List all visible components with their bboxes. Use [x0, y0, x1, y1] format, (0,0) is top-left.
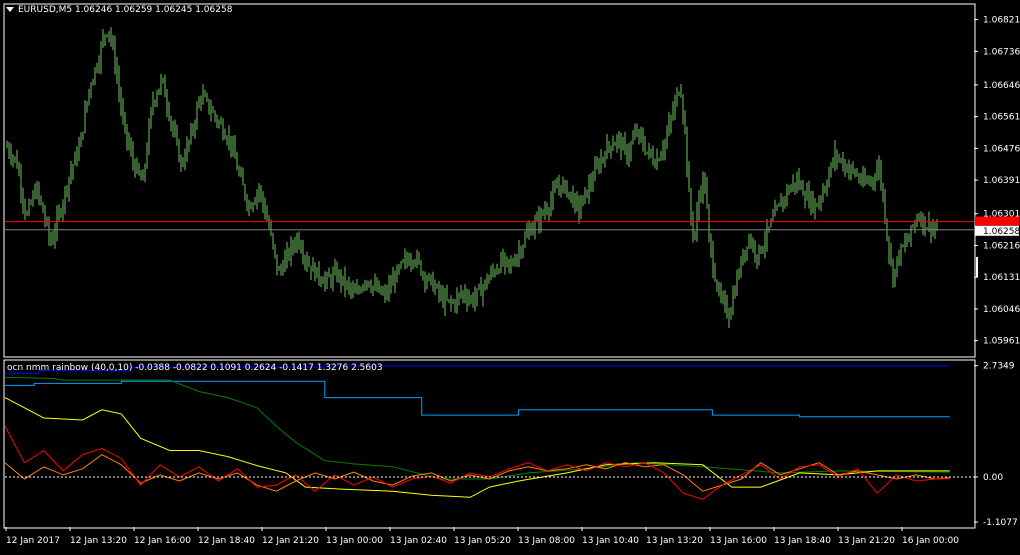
- time-tick-label: 13 Jan 13:20: [646, 536, 703, 546]
- chart-window[interactable]: 1.06258 1.06821 1.06736 1.06646 1.06561 1.06…: [0, 0, 1020, 551]
- time-tick-label: 13 Jan 05:20: [454, 536, 511, 546]
- time-tick-label: 13 Jan 10:40: [582, 536, 639, 546]
- indicator-tick-label: -1.1077: [983, 518, 1018, 528]
- time-tick-label: 13 Jan 21:20: [838, 536, 895, 546]
- time-tick-label: 16 Jan 00:00: [902, 536, 959, 546]
- time-tick-label: 13 Jan 18:40: [774, 536, 831, 546]
- price-tick-label: 1.05961: [983, 337, 1020, 347]
- triangle-down-icon[interactable]: [6, 7, 14, 12]
- chart-canvas[interactable]: 1.06258 1.06821 1.06736 1.06646 1.06561 1.06…: [0, 0, 1020, 551]
- indicator-header: ocn nmm rainbow (40,0,10) -0.0388 -0.082…: [7, 363, 383, 373]
- bid-price-text: 1.06258: [983, 227, 1020, 237]
- price-tick-label: 1.06391: [983, 176, 1020, 186]
- time-tick-label: 13 Jan 16:00: [710, 536, 767, 546]
- time-tick-label: 13 Jan 02:40: [390, 536, 447, 546]
- price-tick-label: 1.06216: [983, 241, 1020, 251]
- main-panel-header[interactable]: EURUSD,M5 1.06246 1.06259 1.06245 1.0625…: [6, 5, 232, 16]
- price-tick-label: 1.06476: [983, 144, 1020, 154]
- symbol-header-text: EURUSD,M5 1.06246 1.06259 1.06245 1.0625…: [18, 5, 233, 15]
- time-tick-label: 12 Jan 18:40: [198, 536, 255, 546]
- price-tick-label: 1.06131: [983, 273, 1020, 283]
- price-tick-label: 1.06821: [983, 16, 1020, 26]
- time-tick-label: 13 Jan 08:00: [518, 536, 575, 546]
- time-tick-label: 13 Jan 00:00: [326, 536, 383, 546]
- time-tick-label: 12 Jan 2017: [6, 536, 60, 546]
- time-tick-label: 12 Jan 13:20: [70, 536, 127, 546]
- price-tick-label: 1.06736: [983, 47, 1020, 57]
- indicator-tick-label: 2.7349: [983, 362, 1015, 372]
- indicator-tick-label: 0.00: [983, 473, 1003, 483]
- price-tick-label: 1.06046: [983, 305, 1020, 315]
- price-tick-label: 1.06646: [983, 81, 1020, 91]
- price-tick-label: 1.06561: [983, 113, 1020, 123]
- price-scale-marker: [976, 257, 978, 277]
- time-tick-label: 12 Jan 16:00: [134, 536, 191, 546]
- time-tick-label: 12 Jan 21:20: [262, 536, 319, 546]
- price-tick-label: 1.06301: [983, 210, 1020, 220]
